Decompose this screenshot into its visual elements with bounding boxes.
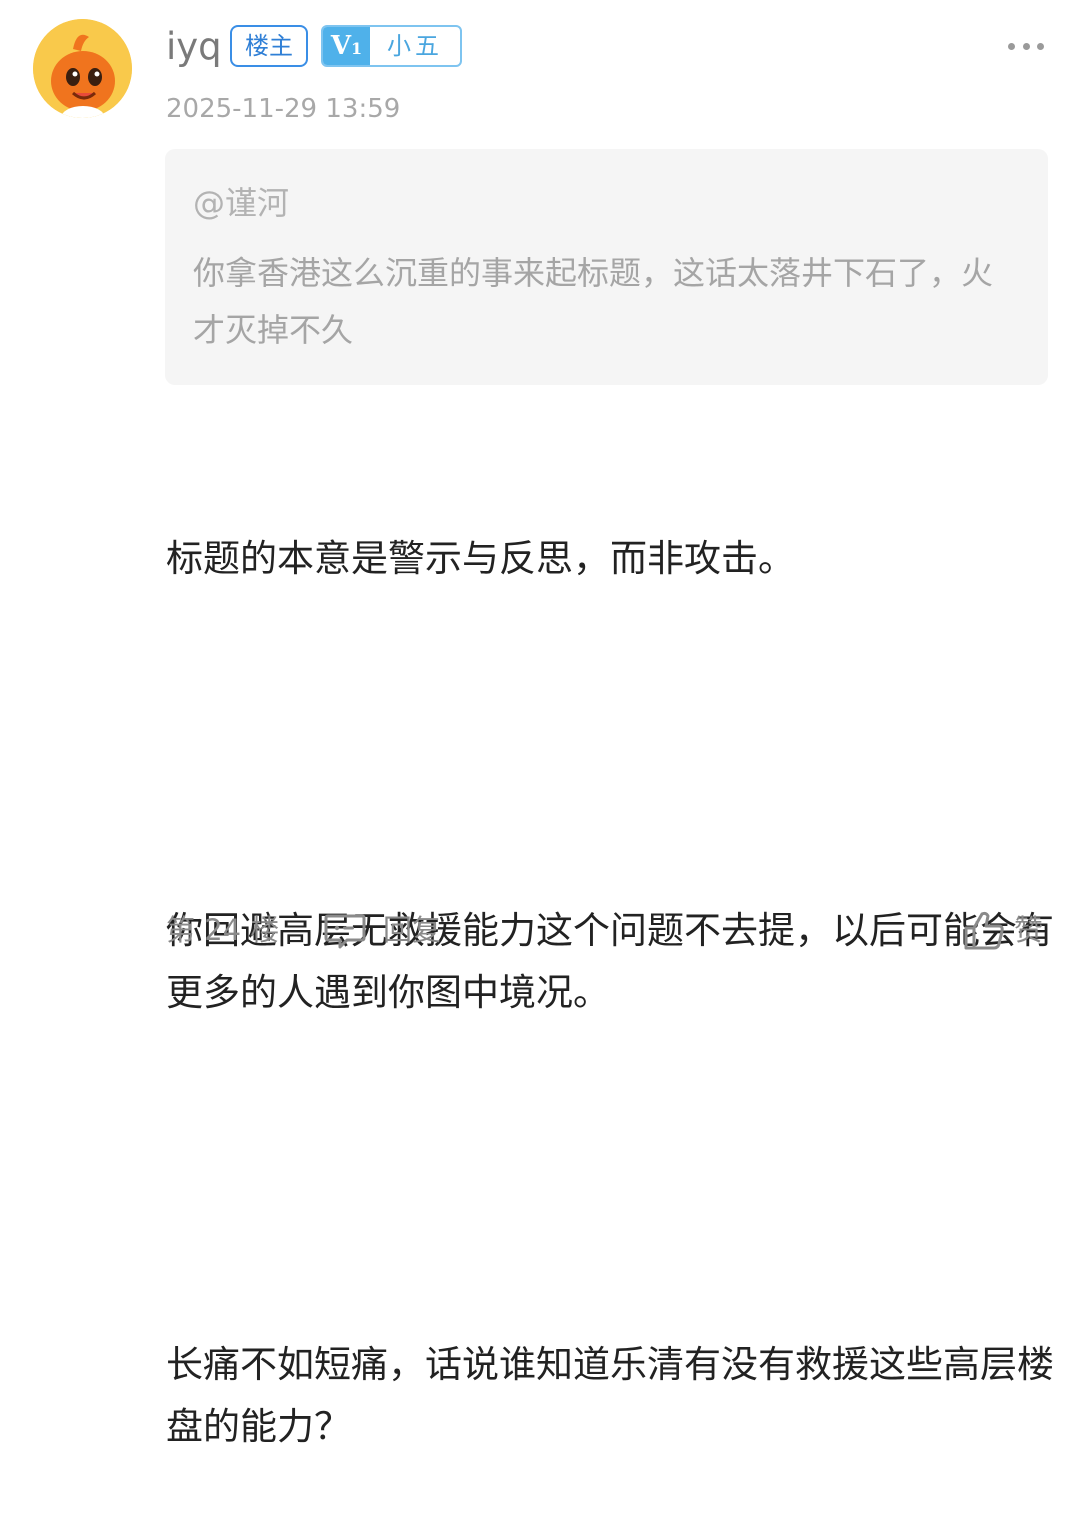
reply-button[interactable]: 回复: [383, 910, 441, 950]
level-label: V1: [323, 27, 370, 65]
content-paragraph: 长痛不如短痛，话说谁知道乐清有没有救援这些高层楼盘的能力？: [166, 1343, 1054, 1448]
level-title: 小五: [387, 32, 443, 60]
like-button[interactable]: 赞: [1014, 910, 1043, 950]
quoted-user-mention[interactable]: @谨河: [193, 183, 289, 223]
thumbs-up-icon[interactable]: [962, 908, 1006, 952]
post-content: 标题的本意是警示与反思，而非攻击。 你回避高层无救援能力这个问题不去提，以后可能…: [166, 404, 1056, 1520]
quoted-comment[interactable]: @谨河 你拿香港这么沉重的事来起标题，这话太落井下石了，火才灭掉不久: [165, 149, 1048, 385]
content-paragraph: 你回避高层无救援能力这个问题不去提，以后可能会有更多的人遇到你图中境况。: [166, 909, 1054, 1014]
owner-badge: 楼主: [230, 25, 308, 67]
username[interactable]: iyq: [166, 22, 222, 72]
floor-number: 第 24 楼: [166, 913, 280, 947]
more-options-icon[interactable]: [1008, 38, 1044, 54]
level-badge[interactable]: V1 小五: [321, 25, 462, 67]
content-paragraph: 标题的本意是警示与反思，而非攻击。: [166, 537, 795, 580]
post-time: 2025-11-29 13:59: [166, 94, 401, 124]
avatar[interactable]: [33, 19, 132, 118]
quoted-text: 你拿香港这么沉重的事来起标题，这话太落井下石了，火才灭掉不久: [193, 254, 994, 349]
orange-mascot-icon: [33, 19, 132, 118]
comment-bubble-icon[interactable]: [323, 912, 367, 950]
